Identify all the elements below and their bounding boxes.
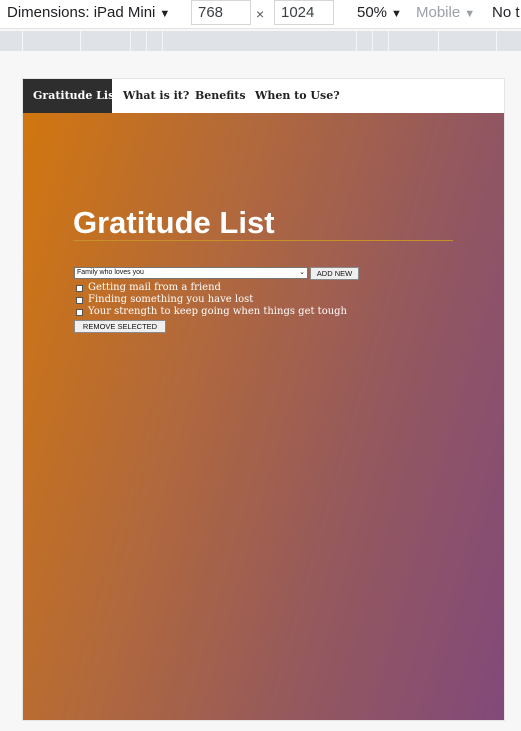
item-checkbox[interactable] xyxy=(76,297,83,304)
remove-selected-button[interactable]: REMOVE SELECTED xyxy=(74,320,166,333)
chevron-down-icon: ▼ xyxy=(464,8,476,20)
gratitude-select[interactable]: Family who loves you ⌄ xyxy=(74,267,308,279)
nav-gratitude-list[interactable]: Gratitude List xyxy=(23,79,119,113)
add-new-button[interactable]: ADD NEW xyxy=(310,267,359,280)
nav-when-to-use[interactable]: When to Use? xyxy=(245,79,350,113)
zoom-dropdown[interactable]: 50% ▼ xyxy=(357,0,402,28)
dimensions-dropdown[interactable]: Dimensions: iPad Mini ▼ xyxy=(7,0,170,28)
dimensions-label: Dimensions: iPad Mini xyxy=(7,4,156,21)
item-label: Finding something you have lost xyxy=(88,294,254,305)
ruler-tick xyxy=(388,31,389,51)
device-type-label: Mobile xyxy=(416,4,461,21)
ruler-tick xyxy=(438,31,439,51)
media-query-ruler[interactable] xyxy=(0,31,521,51)
device-type-dropdown[interactable]: Mobile ▼ xyxy=(416,0,475,28)
chevron-down-icon: ▼ xyxy=(391,8,402,20)
item-label: Your strength to keep going when things … xyxy=(88,306,347,317)
ruler-tick xyxy=(162,31,163,51)
ruler-tick xyxy=(496,31,497,51)
throttling-dropdown[interactable]: No t xyxy=(492,0,520,28)
device-toolbar: Dimensions: iPad Mini ▼ 768 × 1024 50% ▼ M… xyxy=(0,0,521,29)
item-checkbox[interactable] xyxy=(76,309,83,316)
chevron-down-icon: ⌄ xyxy=(299,269,305,276)
item-checkbox[interactable] xyxy=(76,285,83,292)
item-label: Getting mail from a friend xyxy=(88,282,221,293)
site-navbar: Gratitude List What is it? Benefits When… xyxy=(23,79,504,114)
ruler-tick xyxy=(146,31,147,51)
page-title: Gratitude List xyxy=(73,205,275,240)
select-value: Family who loves you xyxy=(77,269,144,276)
zoom-label: 50% xyxy=(357,4,388,21)
height-input[interactable]: 1024 xyxy=(274,0,334,25)
ruler-tick xyxy=(372,31,373,51)
width-input[interactable]: 768 xyxy=(191,0,251,25)
ruler-tick xyxy=(356,31,357,51)
device-viewport: Gratitude List What is it? Benefits When… xyxy=(23,79,504,720)
chevron-down-icon: ▼ xyxy=(159,8,171,20)
ruler-tick xyxy=(22,31,23,51)
ruler-tick xyxy=(130,31,131,51)
times-icon: × xyxy=(256,6,265,22)
title-divider xyxy=(73,240,453,241)
hero-section: Gratitude List Family who loves you ⌄ AD… xyxy=(23,113,504,720)
ruler-tick xyxy=(80,31,81,51)
